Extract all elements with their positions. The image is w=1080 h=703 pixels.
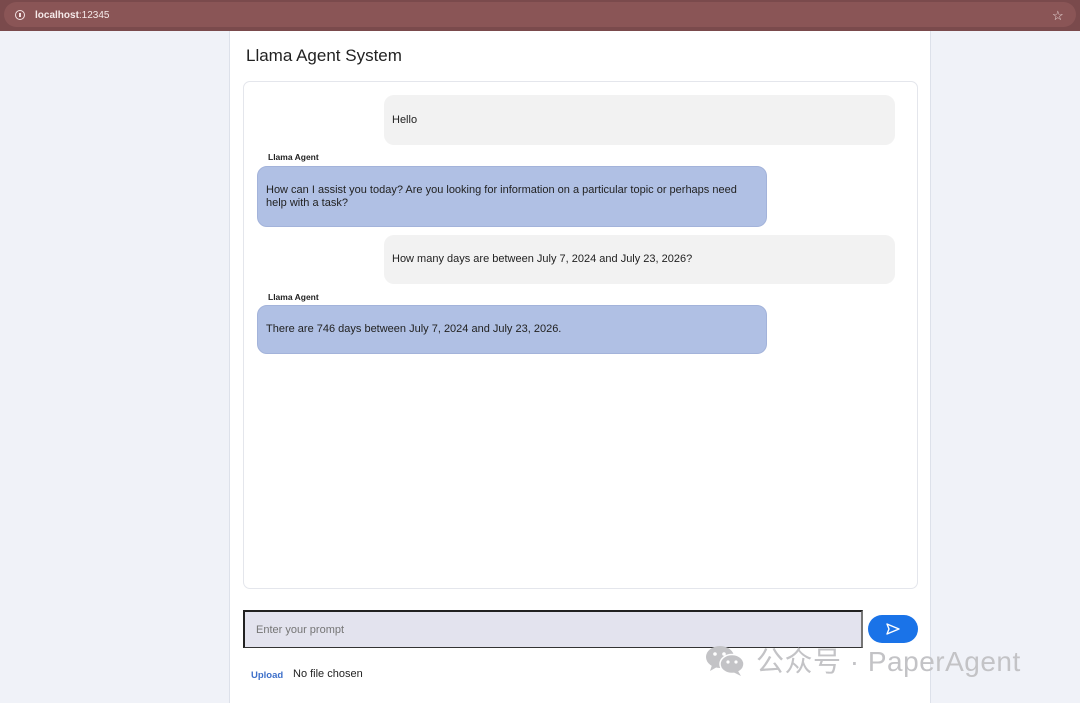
message-text: Hello — [392, 113, 418, 126]
message-text: There are 746 days between July 7, 2024 … — [266, 323, 562, 335]
bookmark-star-icon[interactable]: ☆ — [1052, 8, 1064, 24]
agent-message-bubble: How can I assist you today? Are you look… — [257, 166, 767, 227]
wechat-icon — [706, 646, 745, 676]
agent-sender-label: Llama Agent — [268, 292, 319, 302]
user-message-bubble: How many days are between July 7, 2024 a… — [384, 235, 895, 284]
send-icon — [886, 623, 900, 635]
send-button[interactable] — [868, 615, 918, 643]
agent-message-bubble: There are 746 days between July 7, 2024 … — [257, 305, 767, 354]
watermark-text: 公众号 · PaperAgent — [756, 646, 1021, 677]
upload-button[interactable]: Upload — [251, 670, 283, 681]
watermark: 公众号 · PaperAgent — [704, 641, 1021, 679]
agent-sender-label: Llama Agent — [268, 152, 319, 162]
file-status: No file chosen — [293, 668, 363, 680]
site-info-icon[interactable] — [15, 10, 25, 20]
message-text: How can I assist you today? Are you look… — [266, 183, 737, 209]
user-message-bubble: Hello — [384, 95, 895, 145]
browser-toolbar: localhost:12345 ☆ — [0, 0, 1080, 31]
page-title: Llama Agent System — [246, 46, 402, 65]
message-text: How many days are between July 7, 2024 a… — [392, 253, 693, 265]
address-url[interactable]: localhost:12345 — [35, 10, 110, 21]
address-bar[interactable]: localhost:12345 ☆ — [4, 2, 1076, 27]
